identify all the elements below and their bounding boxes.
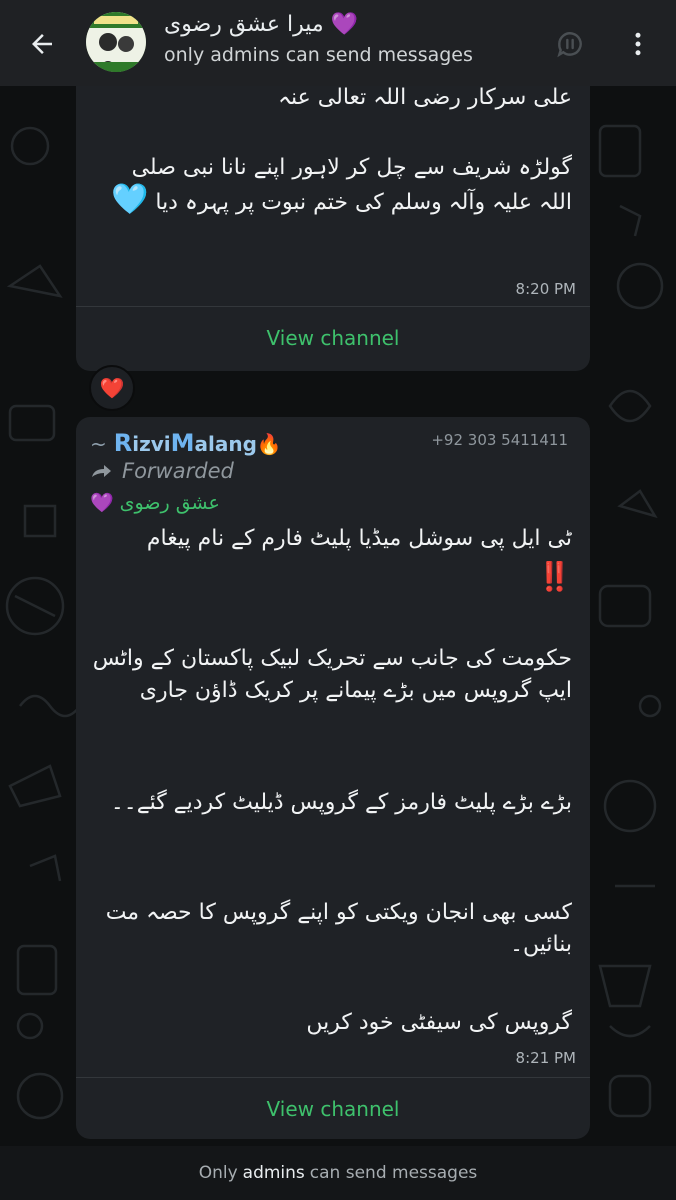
- sender-name[interactable]: ~ RizviMalang🔥: [90, 429, 282, 457]
- voice-chat-icon: [557, 32, 582, 58]
- double-exclamation-emoji: ‼️: [537, 560, 572, 593]
- footer-prefix: Only: [198, 1163, 238, 1183]
- message-paragraph: گروپس کی سیفٹی خود کریں: [306, 1010, 572, 1035]
- back-button[interactable]: [22, 24, 62, 64]
- light-blue-heart-emoji: 🩵: [111, 182, 149, 217]
- message-heading: ٹی ایل پی سوشل میڈیا پلیٹ فارم کے نام پی…: [146, 526, 572, 551]
- message-bubble[interactable]: علی سرکار رضی اللہ تعالی عنہ گولڑہ شریف …: [76, 85, 590, 371]
- reaction-badge[interactable]: ❤️: [89, 365, 135, 411]
- message-partial-line: علی سرکار رضی اللہ تعالی عنہ: [278, 85, 572, 110]
- channel-name: عشق رضوی: [119, 491, 220, 514]
- message-time: 8:20 PM: [515, 280, 576, 298]
- group-name: میرا عشق رضوی: [164, 12, 324, 37]
- view-channel-button[interactable]: View channel: [76, 306, 590, 369]
- message-paragraph: حکومت کی جانب سے تحریک لبیک پاکستان کے و…: [92, 646, 572, 703]
- red-heart-emoji: ❤️: [99, 376, 125, 400]
- group-title[interactable]: 💜 میرا عشق رضوی: [164, 12, 358, 37]
- view-channel-button[interactable]: View channel: [76, 1077, 590, 1140]
- message-paragraph: کسی بھی انجان ویکتی کو اپنے گروپس کا حصہ…: [105, 900, 572, 957]
- message-text: گولڑہ شریف سے چل کر لاہور اپنے نانا نبی …: [92, 152, 572, 219]
- group-subtitle: only admins can send messages: [164, 44, 473, 66]
- chat-header: 💜 میرا عشق رضوی only admins can send mes…: [0, 0, 676, 86]
- message-time: 8:21 PM: [515, 1049, 576, 1067]
- forwarded-label: Forwarded: [90, 459, 234, 483]
- fire-emoji: 🔥: [256, 432, 282, 456]
- title-emoji: 💜: [330, 12, 359, 37]
- message-bubble[interactable]: ~ RizviMalang🔥 +92 303 5411411 Forwarded…: [76, 417, 590, 1139]
- footer-suffix: can send messages: [309, 1163, 478, 1183]
- forward-arrow-icon: [92, 465, 111, 477]
- voice-chat-button[interactable]: [550, 24, 590, 64]
- arrow-left-icon: [32, 34, 52, 54]
- purple-heart-emoji: 💜: [90, 492, 114, 514]
- more-vertical-icon: [635, 32, 641, 56]
- admins-only-footer: Only admins can send messages: [0, 1146, 676, 1200]
- channel-source[interactable]: 💜 عشق رضوی: [90, 491, 220, 515]
- message-body: گولڑہ شریف سے چل کر لاہور اپنے نانا نبی …: [131, 155, 572, 215]
- message-paragraph: بڑے بڑے پلیٹ فارمز کے گروپس ڈیلیٹ کردیے …: [110, 790, 572, 815]
- footer-admins: admins: [242, 1163, 305, 1183]
- group-avatar[interactable]: [86, 12, 146, 72]
- sender-phone: +92 303 5411411: [431, 431, 568, 449]
- more-options-button[interactable]: [618, 24, 658, 64]
